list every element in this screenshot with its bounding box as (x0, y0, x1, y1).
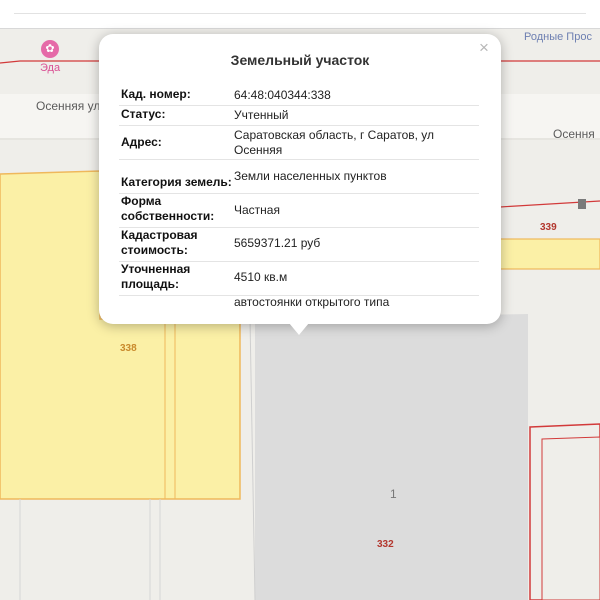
field-key: Форма собственности: (121, 194, 215, 223)
field-value: 64:48:040344:338 (234, 88, 331, 102)
restaurant-icon[interactable]: ✿ (41, 40, 59, 58)
table-row: Кадастровая стоимость: 5659371.21 руб (119, 228, 479, 262)
parcel-number-338: 338 (120, 343, 137, 354)
field-value: Учтенный (234, 108, 289, 122)
field-value: 4510 кв.м (234, 270, 288, 284)
building-number: 1 (390, 487, 397, 501)
properties-table: Кад. номер: 64:48:040344:338 Статус: Учт… (119, 86, 479, 312)
popup-title: Земельный участок (230, 52, 370, 68)
table-row: Уточненная площадь: 4510 кв.м (119, 262, 479, 296)
field-key: Статус: (121, 107, 166, 121)
building-block (255, 314, 528, 600)
field-key: Категория земель: (121, 175, 232, 189)
parcel-number-332: 332 (377, 539, 394, 550)
field-value: Саратовская область, г Саратов, ул Осенн… (234, 128, 435, 157)
field-value: Частная (234, 203, 280, 217)
popup-pointer (289, 323, 309, 335)
brand-label: Родные Прос (524, 31, 592, 43)
parcel-number-339: 339 (540, 222, 557, 233)
field-value: Земли населенных пунктов (234, 169, 387, 183)
field-value: 5659371.21 руб (234, 236, 321, 250)
table-row: Категория земель: Земли населенных пункт… (119, 160, 479, 194)
table-row: Форма собственности: Частная (119, 194, 479, 228)
poi-label: Эда (40, 62, 61, 74)
table-row: Адрес: Саратовская область, г Саратов, у… (119, 126, 479, 160)
table-row: Статус: Учтенный (119, 106, 479, 126)
browser-topbar (0, 0, 600, 29)
parcel-339-fill (499, 238, 600, 270)
field-key: Кад. номер: (121, 87, 191, 101)
field-value: автостоянки открытого типа (234, 295, 390, 309)
address-bar-outline (14, 13, 586, 14)
field-key: Кадастровая стоимость: (121, 228, 198, 257)
field-key: Уточненная площадь: (121, 262, 191, 291)
field-key: Адрес: (121, 135, 162, 149)
table-row: автостоянки открытого типа (119, 295, 479, 312)
street-label-right: Осення (553, 127, 595, 141)
parcel-info-popup: × Земельный участок Кад. номер: 64:48:04… (99, 34, 501, 324)
table-row: Кад. номер: 64:48:040344:338 (119, 86, 479, 106)
